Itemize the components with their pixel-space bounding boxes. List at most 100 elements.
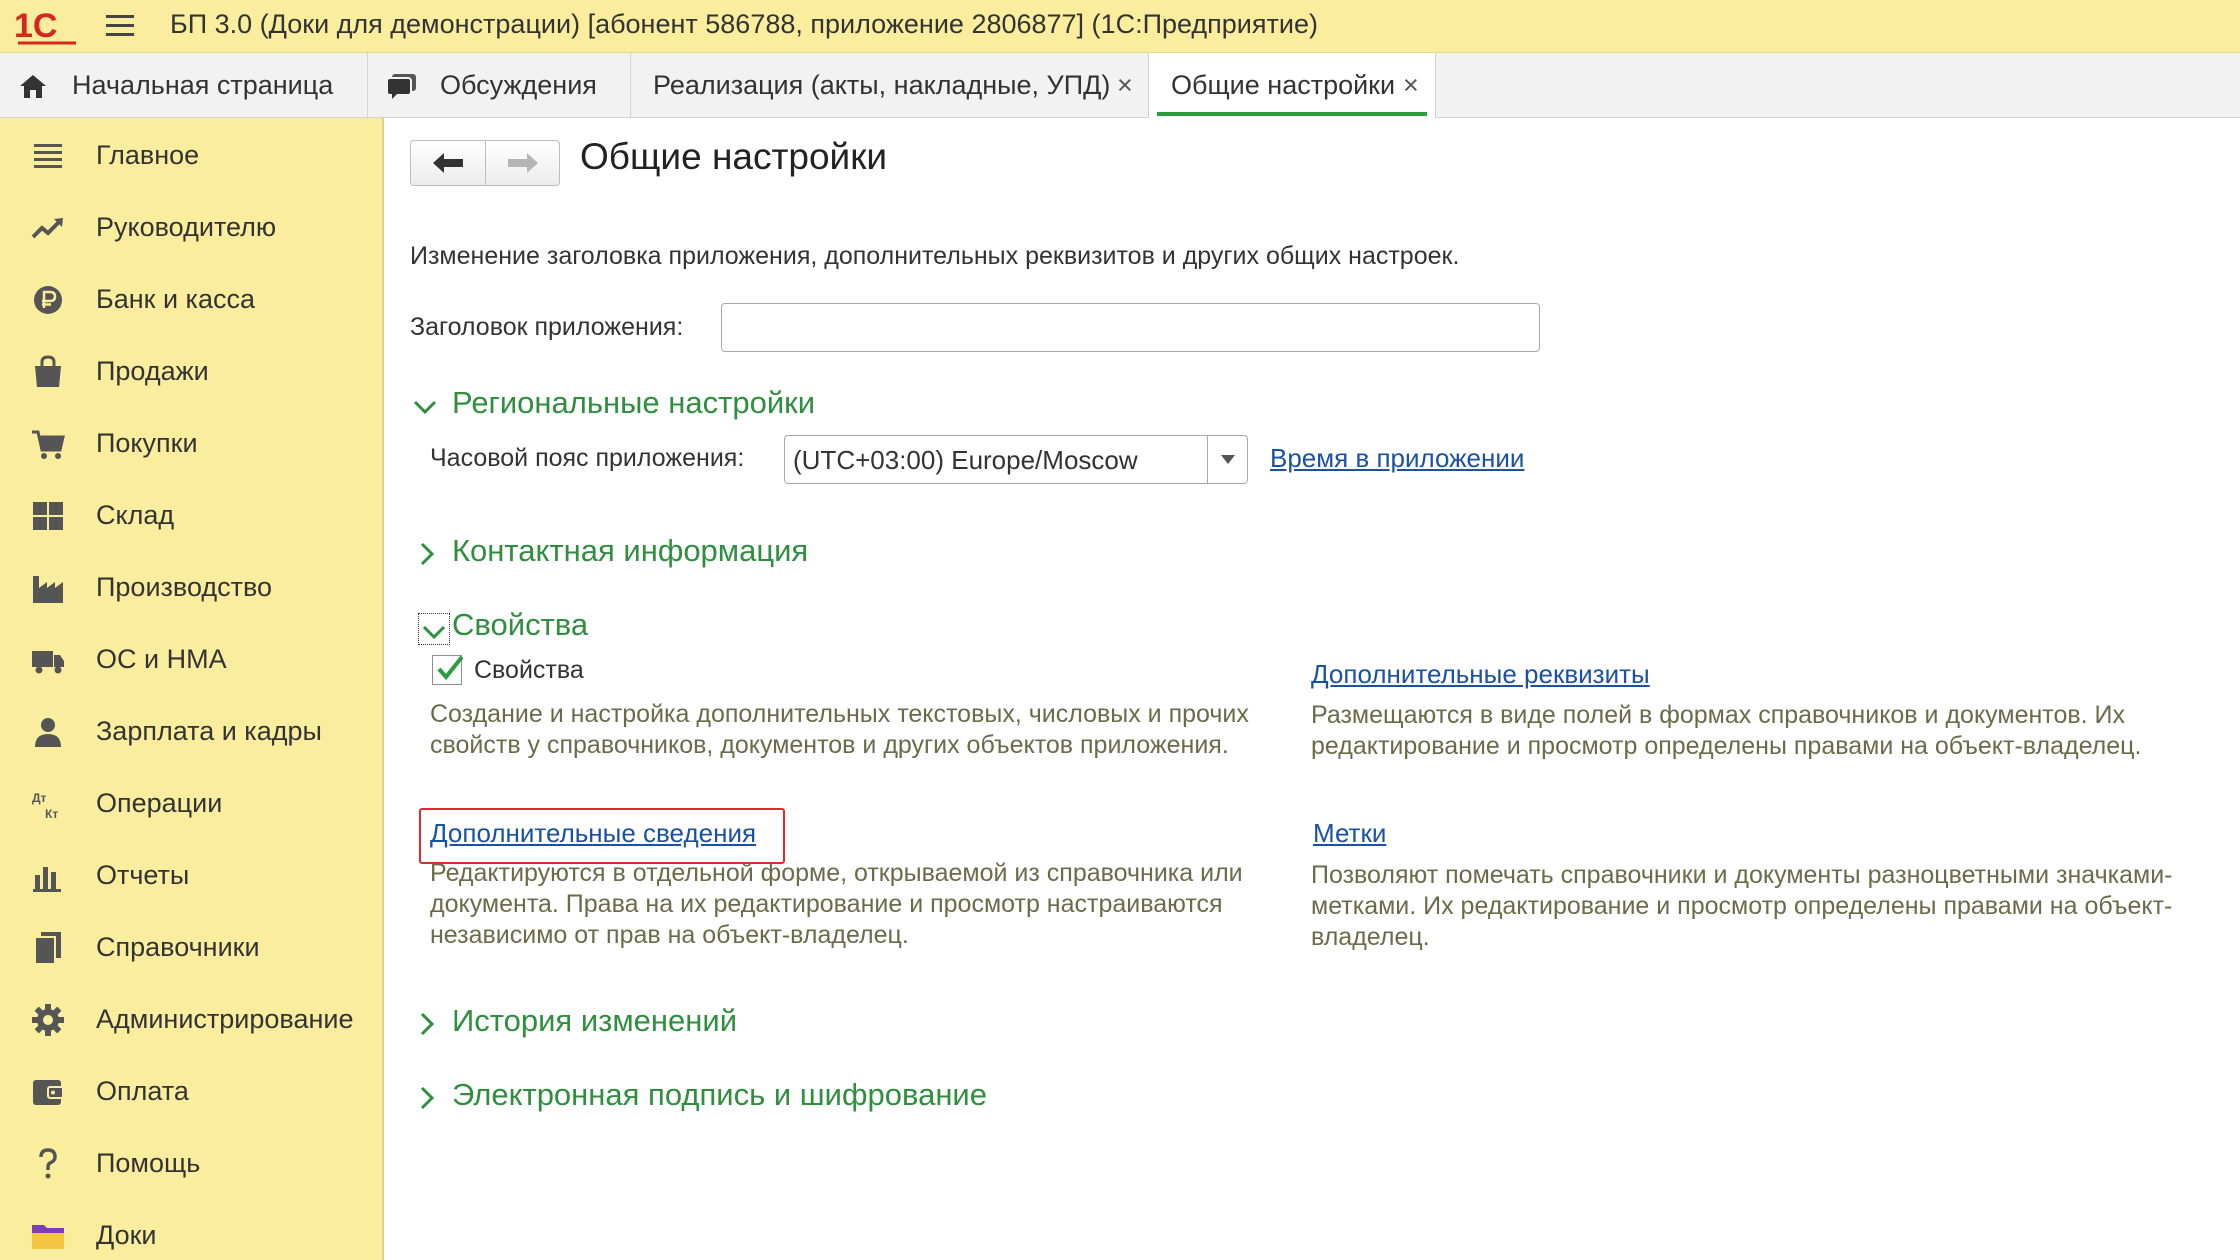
sidebar-item-reports[interactable]: Отчеты [0, 846, 384, 906]
title-bar: 1С БП 3.0 (Доки для демонстрации) [абоне… [0, 0, 2240, 53]
section-regional-settings[interactable]: Региональные настройки [452, 385, 815, 421]
window-title: БП 3.0 (Доки для демонстрации) [абонент … [170, 9, 1318, 39]
sidebar-item-label: Покупки [96, 428, 198, 458]
app-title-label: Заголовок приложения: [410, 313, 684, 341]
sidebar-item-label: Доки [96, 1220, 157, 1250]
sidebar-item-sales[interactable]: Продажи [0, 342, 384, 402]
sidebar-item-label: Производство [96, 572, 273, 602]
sidebar: Главное Руководителю Банк и касса Продаж… [0, 118, 384, 1260]
question-icon [39, 1148, 57, 1179]
truck-icon [32, 651, 64, 674]
sidebar-item-production[interactable]: Производство [0, 558, 384, 618]
section-contact-info[interactable]: Контактная информация [452, 533, 808, 569]
arrow-left-icon [433, 153, 463, 173]
logo-text: 1С [14, 7, 57, 45]
sidebar-item-warehouse[interactable]: Склад [0, 486, 384, 546]
ruble-coin-icon [34, 286, 62, 314]
tab-general-settings[interactable]: Общие настройки × [1149, 53, 1436, 118]
properties-checkbox-label[interactable]: Свойства [474, 656, 584, 685]
sidebar-item-docs[interactable]: Доки [0, 1206, 384, 1260]
properties-description: Создание и настройка дополнительных текс… [430, 700, 1249, 759]
sidebar-item-main[interactable]: Главное [0, 126, 384, 186]
person-icon [35, 718, 61, 747]
sidebar-item-label: Руководителю [96, 212, 277, 242]
sidebar-item-label: Операции [96, 788, 223, 818]
chevron-right-icon[interactable] [414, 1011, 440, 1037]
chevron-down-icon [1221, 455, 1235, 464]
app-title-input[interactable] [721, 303, 1540, 352]
chevron-down-icon[interactable] [421, 619, 447, 645]
sidebar-item-bank[interactable]: Банк и касса [0, 270, 384, 330]
timezone-label: Часовой пояс приложения: [430, 444, 745, 472]
sidebar-item-operations[interactable]: Дт Кт Операции [0, 774, 384, 834]
forward-button[interactable] [486, 141, 559, 185]
close-icon[interactable]: × [1117, 70, 1133, 101]
folder-icon [32, 1225, 64, 1249]
navigation-buttons [410, 140, 560, 186]
timezone-select[interactable]: (UTC+03:00) Europe/Moscow [784, 435, 1248, 484]
shopping-bag-icon [35, 355, 61, 387]
additional-info-description: Редактируются в отдельной форме, открыва… [430, 859, 1243, 949]
main-menu-icon[interactable] [104, 11, 136, 41]
additional-requisites-link[interactable]: Дополнительные реквизиты [1311, 659, 1650, 690]
chat-icon [386, 74, 416, 99]
menu-lines-icon [34, 144, 62, 168]
trend-up-icon [31, 218, 63, 239]
sidebar-item-catalogs[interactable]: Справочники [0, 918, 384, 978]
sidebar-item-payment[interactable]: Оплата [0, 1062, 384, 1122]
sidebar-item-administration[interactable]: Администрирование [0, 990, 384, 1050]
dt-label: Дт [32, 791, 47, 805]
sidebar-item-label: Главное [96, 140, 200, 170]
dropdown-button[interactable] [1207, 436, 1247, 483]
chevron-down-icon[interactable] [412, 394, 438, 420]
section-e-signature[interactable]: Электронная подпись и шифрование [452, 1077, 987, 1113]
sidebar-item-label: Помощь [96, 1148, 201, 1178]
form-title: Общие настройки [580, 136, 888, 177]
properties-checkbox[interactable] [432, 655, 464, 685]
tab-discussions[interactable]: Обсуждения [368, 53, 631, 118]
chevron-right-icon[interactable] [414, 541, 440, 567]
sidebar-item-label: Оплата [96, 1076, 189, 1106]
form-description: Изменение заголовка приложения, дополнит… [410, 242, 1460, 270]
tab-label: Реализация (акты, накладные, УПД) [653, 70, 1111, 100]
chevron-right-icon[interactable] [414, 1085, 440, 1111]
gear-icon [32, 1004, 64, 1036]
sidebar-item-label: Склад [96, 500, 175, 530]
main-content: Общие настройки Изменение заголовка прил… [384, 118, 2240, 1260]
back-button[interactable] [411, 141, 486, 185]
tags-description: Позволяют помечать справочники и докумен… [1311, 861, 2173, 951]
sidebar-item-label: Продажи [96, 356, 209, 386]
timezone-value: (UTC+03:00) Europe/Moscow [793, 445, 1138, 475]
factory-icon [33, 576, 63, 603]
active-tab-indicator [1157, 112, 1427, 116]
kt-label: Кт [45, 807, 58, 821]
home-icon [20, 75, 46, 98]
sidebar-item-label: Банк и касса [96, 284, 255, 314]
tab-bar: Начальная страница Обсуждения Реализация… [0, 53, 2240, 118]
1c-logo[interactable]: 1С [14, 6, 78, 46]
sidebar-item-manager[interactable]: Руководителю [0, 198, 384, 258]
sidebar-item-fixed-assets[interactable]: ОС и НМА [0, 630, 384, 690]
sidebar-item-help[interactable]: Помощь [0, 1134, 384, 1194]
tab-home[interactable]: Начальная страница [0, 53, 368, 118]
additional-requisites-description: Размещаются в виде полей в формах справо… [1311, 701, 2142, 760]
sidebar-item-label: ОС и НМА [96, 644, 227, 674]
additional-info-link[interactable]: Дополнительные сведения [430, 818, 756, 849]
time-in-app-link[interactable]: Время в приложении [1270, 443, 1524, 474]
tab-label: Общие настройки [1171, 70, 1396, 100]
bar-chart-icon [33, 867, 61, 892]
sidebar-item-salary[interactable]: Зарплата и кадры [0, 702, 384, 762]
section-properties[interactable]: Свойства [452, 607, 588, 643]
section-change-history[interactable]: История изменений [452, 1003, 737, 1039]
dt-kt-icon: Дт Кт [32, 791, 58, 821]
arrow-right-icon [508, 153, 538, 173]
warehouse-icon [33, 502, 63, 530]
tags-link[interactable]: Метки [1313, 818, 1386, 849]
tab-sales-documents[interactable]: Реализация (акты, накладные, УПД) × [631, 53, 1149, 118]
close-icon[interactable]: × [1403, 70, 1419, 101]
sidebar-item-purchases[interactable]: Покупки [0, 414, 384, 474]
sidebar-item-label: Администрирование [96, 1004, 354, 1034]
wallet-icon [33, 1080, 64, 1105]
sidebar-item-label: Справочники [96, 932, 260, 962]
sidebar-item-label: Отчеты [96, 860, 190, 890]
